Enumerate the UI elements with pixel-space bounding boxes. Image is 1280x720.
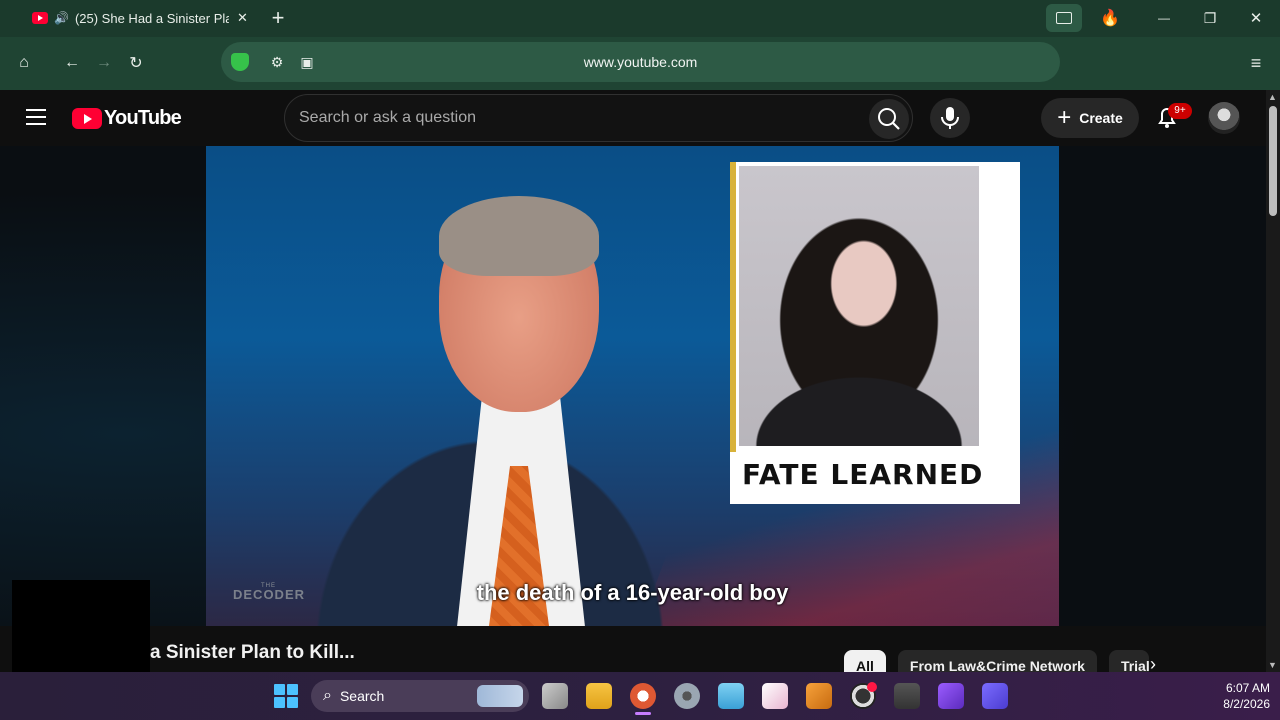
calculator-icon[interactable]	[894, 683, 920, 709]
news-anchor-hair	[439, 196, 599, 276]
video-player[interactable]: FATE LEARNED THE DECODER the death of a …	[206, 146, 1059, 626]
fl-studio-icon[interactable]	[806, 683, 832, 709]
forward-icon[interactable]: →	[92, 51, 116, 75]
avatar[interactable]	[1208, 102, 1240, 134]
task-view-icon[interactable]	[542, 683, 568, 709]
minimize-button[interactable]: —	[1152, 4, 1176, 32]
duckduckgo-browser-icon[interactable]	[630, 683, 656, 709]
browser-tab-bar: 🔊 (25) She Had a Sinister Plan to Kill..…	[0, 0, 1280, 37]
system-clock[interactable]: 6:07 AM 8/2/2026	[1200, 680, 1270, 712]
video-title: a Sinister Plan to Kill...	[150, 642, 355, 663]
address-bar[interactable]: ⚙ ▣ www.youtube.com	[221, 42, 1060, 82]
microphone-icon	[941, 107, 959, 129]
browser-toolbar: ⌂ ← → ↻ ⚙ ▣ www.youtube.com ≡	[0, 37, 1280, 90]
subtitle-text: the death of a 16-year-old boy	[476, 580, 789, 605]
hamburger-menu-icon[interactable]	[26, 109, 46, 127]
youtube-play-icon	[72, 108, 102, 129]
voice-search-button[interactable]	[930, 98, 970, 138]
window-close-button[interactable]: ✕	[1244, 4, 1268, 32]
flame-icon[interactable]: 🔥	[1098, 4, 1122, 32]
search-button[interactable]	[869, 99, 909, 139]
lower-third-caption: FATE LEARNED	[742, 458, 984, 491]
taskbar-search-label: Search	[339, 688, 385, 704]
youtube-favicon-icon	[32, 12, 48, 24]
url-text[interactable]: www.youtube.com	[221, 42, 1060, 82]
active-app-indicator	[635, 712, 651, 715]
menu-icon[interactable]: ≡	[1244, 51, 1268, 75]
youtube-header: YouTube + Create 9+	[0, 90, 1266, 146]
app-icon[interactable]	[982, 683, 1008, 709]
search-icon: ⌕	[323, 687, 332, 704]
tab-title: (25) She Had a Sinister Plan to Kill...	[74, 10, 229, 26]
tab-close-button[interactable]: ✕	[237, 10, 248, 26]
plus-icon: +	[1057, 104, 1072, 131]
search-highlight-image	[477, 685, 523, 707]
youtube-wordmark: YouTube	[104, 107, 182, 129]
back-icon[interactable]: ←	[60, 51, 84, 75]
sidebar-icon	[1056, 12, 1072, 24]
clock-time: 6:07 AM	[1225, 681, 1270, 695]
search-icon	[878, 108, 900, 130]
notification-dot	[867, 682, 877, 692]
notification-badge: 9+	[1168, 103, 1192, 119]
create-button[interactable]: + Create	[1041, 98, 1139, 138]
browser-tab[interactable]: 🔊 (25) She Had a Sinister Plan to Kill..…	[24, 4, 260, 32]
restore-button[interactable]: ❐	[1198, 4, 1222, 32]
paint-icon[interactable]	[762, 683, 788, 709]
youtube-logo[interactable]: YouTube	[72, 107, 182, 130]
windows-start-icon[interactable]	[274, 684, 298, 708]
search-box	[284, 94, 913, 142]
scrollbar-thumb[interactable]	[1269, 106, 1277, 216]
clock-date: 8/2/2026	[1223, 697, 1270, 711]
scroll-up-arrow-icon[interactable]: ▲	[1268, 92, 1277, 102]
home-icon[interactable]: ⌂	[12, 51, 36, 75]
create-label: Create	[1079, 110, 1123, 126]
taskbar-search[interactable]: ⌕ Search	[311, 680, 529, 712]
mugshot-shirt	[739, 366, 979, 446]
new-tab-button[interactable]: +	[266, 4, 290, 32]
search-input[interactable]	[299, 95, 839, 141]
settings-icon[interactable]	[674, 683, 700, 709]
audio-playing-icon[interactable]: 🔊	[54, 11, 69, 25]
mugshot-accent-stripe	[730, 162, 736, 452]
sidebar-toggle-button[interactable]	[1046, 4, 1082, 32]
scroll-down-arrow-icon[interactable]: ▼	[1268, 660, 1277, 670]
video-editor-icon[interactable]	[938, 683, 964, 709]
notepad-icon[interactable]	[718, 683, 744, 709]
reload-icon[interactable]: ↻	[124, 51, 148, 75]
file-explorer-icon[interactable]	[586, 683, 612, 709]
